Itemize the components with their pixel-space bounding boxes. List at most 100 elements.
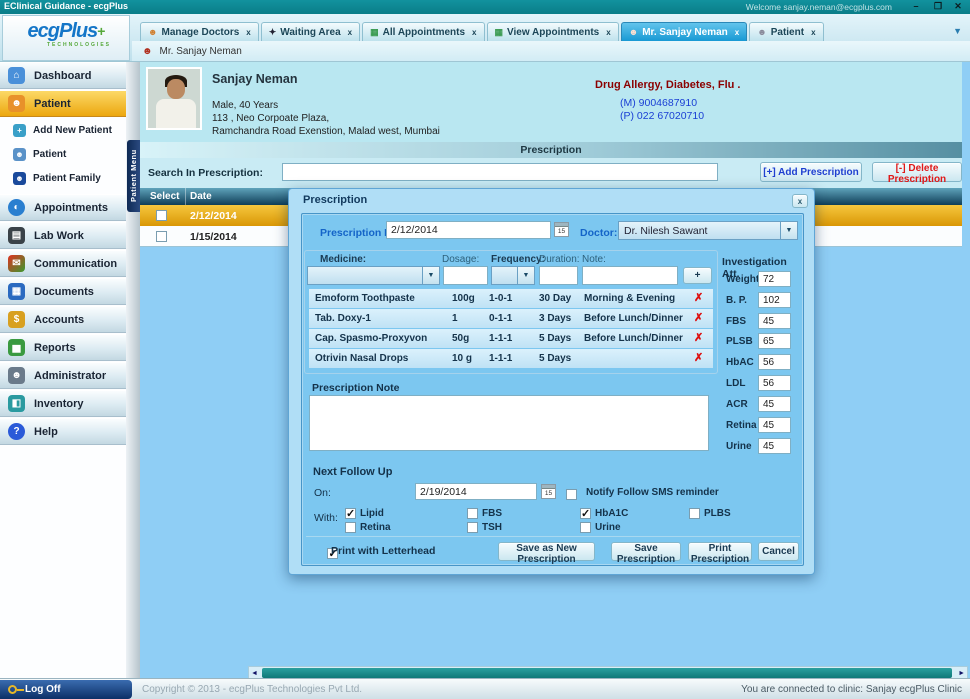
medicine-row[interactable]: Tab. Doxy-1 1 0-1-1 3 Days Before Lunch/… (309, 309, 713, 328)
sidebar-item-accounts[interactable]: $ Accounts (0, 306, 126, 333)
row-date: 2/12/2014 (190, 210, 237, 222)
investigation-input-plsb[interactable] (758, 333, 791, 349)
app-window: EClinical Guidance - ecgPlus Welcome san… (0, 0, 970, 699)
tab-patient-sanjay-neman[interactable]: ☻ Mr. Sanjay Neman x (621, 22, 748, 41)
investigation-input-bp[interactable] (758, 292, 791, 308)
tab-patient[interactable]: ☻ Patient x (749, 22, 823, 41)
sidebar-item-dashboard[interactable]: ⌂ Dashboard (0, 62, 126, 89)
sidebar-item-patient[interactable]: ☻ Patient (0, 90, 126, 117)
hba1c-checkbox[interactable] (580, 508, 591, 519)
minimize-icon[interactable]: – (908, 0, 924, 13)
sidebar-item-appointments[interactable]: ◐ Appointments (0, 194, 126, 221)
investigation-input-urine[interactable] (758, 438, 791, 454)
investigation-input-retina[interactable] (758, 417, 791, 433)
delete-medicine-icon[interactable]: ✗ (694, 331, 703, 344)
scrollbar-thumb[interactable] (262, 668, 952, 678)
section-title: Prescription (140, 142, 962, 158)
clinic-connection-text: You are connected to clinic: Sanjay ecgP… (741, 684, 962, 695)
plbs-checkbox[interactable] (689, 508, 700, 519)
log-off-button[interactable]: Log Off (0, 680, 132, 699)
delete-prescription-button[interactable]: [-] Delete Prescription (872, 162, 962, 182)
tab-close-icon[interactable]: x (348, 28, 352, 37)
lipid-checkbox[interactable] (345, 508, 356, 519)
sidebar-label: Appointments (34, 202, 108, 214)
tab-manage-doctors[interactable]: ☻ Manage Doctors x (140, 22, 259, 41)
dosage-input[interactable] (443, 266, 488, 285)
tab-close-icon[interactable]: x (735, 28, 739, 37)
tab-close-icon[interactable]: x (246, 28, 250, 37)
sidebar-item-add-new-patient[interactable]: + Add New Patient (0, 118, 126, 142)
doctor-select[interactable]: Dr. Nilesh Sawant ▼ (618, 221, 798, 240)
sidebar-item-administrator[interactable]: ☻ Administrator (0, 362, 126, 389)
save-prescription-button[interactable]: Save Prescription (611, 542, 681, 561)
medicine-row[interactable]: Emoform Toothpaste 100g 1-0-1 30 Day Mor… (309, 289, 713, 308)
sidebar-item-inventory[interactable]: ◧ Inventory (0, 390, 126, 417)
add-medicine-button[interactable]: + (683, 267, 712, 284)
sidebar-item-reports[interactable]: ▅ Reports (0, 334, 126, 361)
medicine-select[interactable]: ▼ (307, 266, 440, 285)
tab-close-icon[interactable]: x (811, 28, 815, 37)
chevron-down-icon: ▼ (517, 267, 534, 284)
tab-view-appointments[interactable]: ▦ View Appointments x (487, 22, 619, 41)
duration-input[interactable] (539, 266, 578, 285)
calendar-picker-icon[interactable]: 15 (541, 484, 556, 499)
medicine-row[interactable]: Otrivin Nasal Drops 10 g 1-1-1 5 Days ✗ (309, 349, 713, 368)
investigation-input-acr[interactable] (758, 396, 791, 412)
medicine-row[interactable]: Cap. Spasmo-Proxyvon 50g 1-1-1 5 Days Be… (309, 329, 713, 348)
sidebar-item-communication[interactable]: ✉ Communication (0, 250, 126, 277)
tab-all-appointments[interactable]: ▦ All Appointments x (362, 22, 484, 41)
communication-icon: ✉ (8, 255, 25, 272)
sms-reminder-checkbox[interactable] (566, 489, 577, 500)
delete-medicine-icon[interactable]: ✗ (694, 351, 703, 364)
sidebar-label: Documents (34, 286, 94, 298)
delete-medicine-icon[interactable]: ✗ (694, 291, 703, 304)
search-input[interactable] (282, 163, 718, 181)
sidebar-label: Lab Work (34, 230, 84, 242)
save-as-new-prescription-button[interactable]: Save as New Prescription (498, 542, 595, 561)
sidebar-item-documents[interactable]: ▦ Documents (0, 278, 126, 305)
tab-close-icon[interactable]: x (606, 28, 610, 37)
breadcrumb: ☻ Mr. Sanjay Neman (132, 41, 970, 61)
investigation-input-weight[interactable] (758, 271, 791, 287)
add-prescription-button[interactable]: [+] Add Prescription (760, 162, 862, 182)
sidebar-item-help[interactable]: ? Help (0, 418, 126, 445)
tsh-checkbox[interactable] (467, 522, 478, 533)
maximize-icon[interactable]: ❐ (930, 0, 946, 13)
fbs-checkbox[interactable] (467, 508, 478, 519)
medicine-frequency: 1-0-1 (489, 293, 512, 304)
dialog-close-icon[interactable]: x (792, 194, 808, 208)
urine-checkbox[interactable] (580, 522, 591, 533)
reports-chart-icon: ▅ (8, 339, 25, 356)
note-input[interactable] (582, 266, 678, 285)
tab-overflow-icon[interactable]: ▼ (953, 26, 962, 36)
row-checkbox[interactable] (156, 231, 167, 242)
row-checkbox[interactable] (156, 210, 167, 221)
sidebar-item-lab-work[interactable]: ▤ Lab Work (0, 222, 126, 249)
retina-checkbox[interactable] (345, 522, 356, 533)
patient-info-panel: Sanjay Neman Male, 40 Years 113 , Neo Co… (140, 62, 962, 142)
follow-up-date-input[interactable] (415, 483, 537, 500)
cancel-button[interactable]: Cancel (758, 542, 799, 561)
prescription-note-textarea[interactable] (309, 395, 709, 451)
sidebar-item-patient-sub[interactable]: ☻ Patient (0, 142, 126, 166)
sidebar-item-patient-family[interactable]: ☻ Patient Family (0, 166, 126, 190)
print-prescription-button[interactable]: Print Prescription (688, 542, 752, 561)
tab-close-icon[interactable]: x (472, 28, 476, 37)
investigation-label: B. P. (726, 295, 747, 306)
frequency-select[interactable]: ▼ (491, 266, 535, 285)
search-band: Search In Prescription: [+] Add Prescrip… (140, 158, 962, 188)
investigation-label: HbAC (726, 357, 754, 368)
prescription-date-input[interactable] (386, 221, 551, 239)
patient-menu-vertical-tab[interactable]: Patient Menu (127, 140, 140, 212)
delete-medicine-icon[interactable]: ✗ (694, 311, 703, 324)
tab-waiting-area[interactable]: ✦ Waiting Area x (261, 22, 360, 41)
investigation-input-fbs[interactable] (758, 313, 791, 329)
investigation-input-hbac[interactable] (758, 354, 791, 370)
sidebar-nav: ⌂ Dashboard ☻ Patient + Add New Patient … (0, 62, 126, 678)
investigation-input-ldl[interactable] (758, 375, 791, 391)
calendar-picker-icon[interactable]: 15 (554, 222, 569, 237)
inventory-box-icon: ◧ (8, 395, 25, 412)
close-icon[interactable]: ✕ (950, 0, 966, 13)
documents-icon: ▦ (8, 283, 25, 300)
patient-icon: ☻ (13, 148, 26, 161)
